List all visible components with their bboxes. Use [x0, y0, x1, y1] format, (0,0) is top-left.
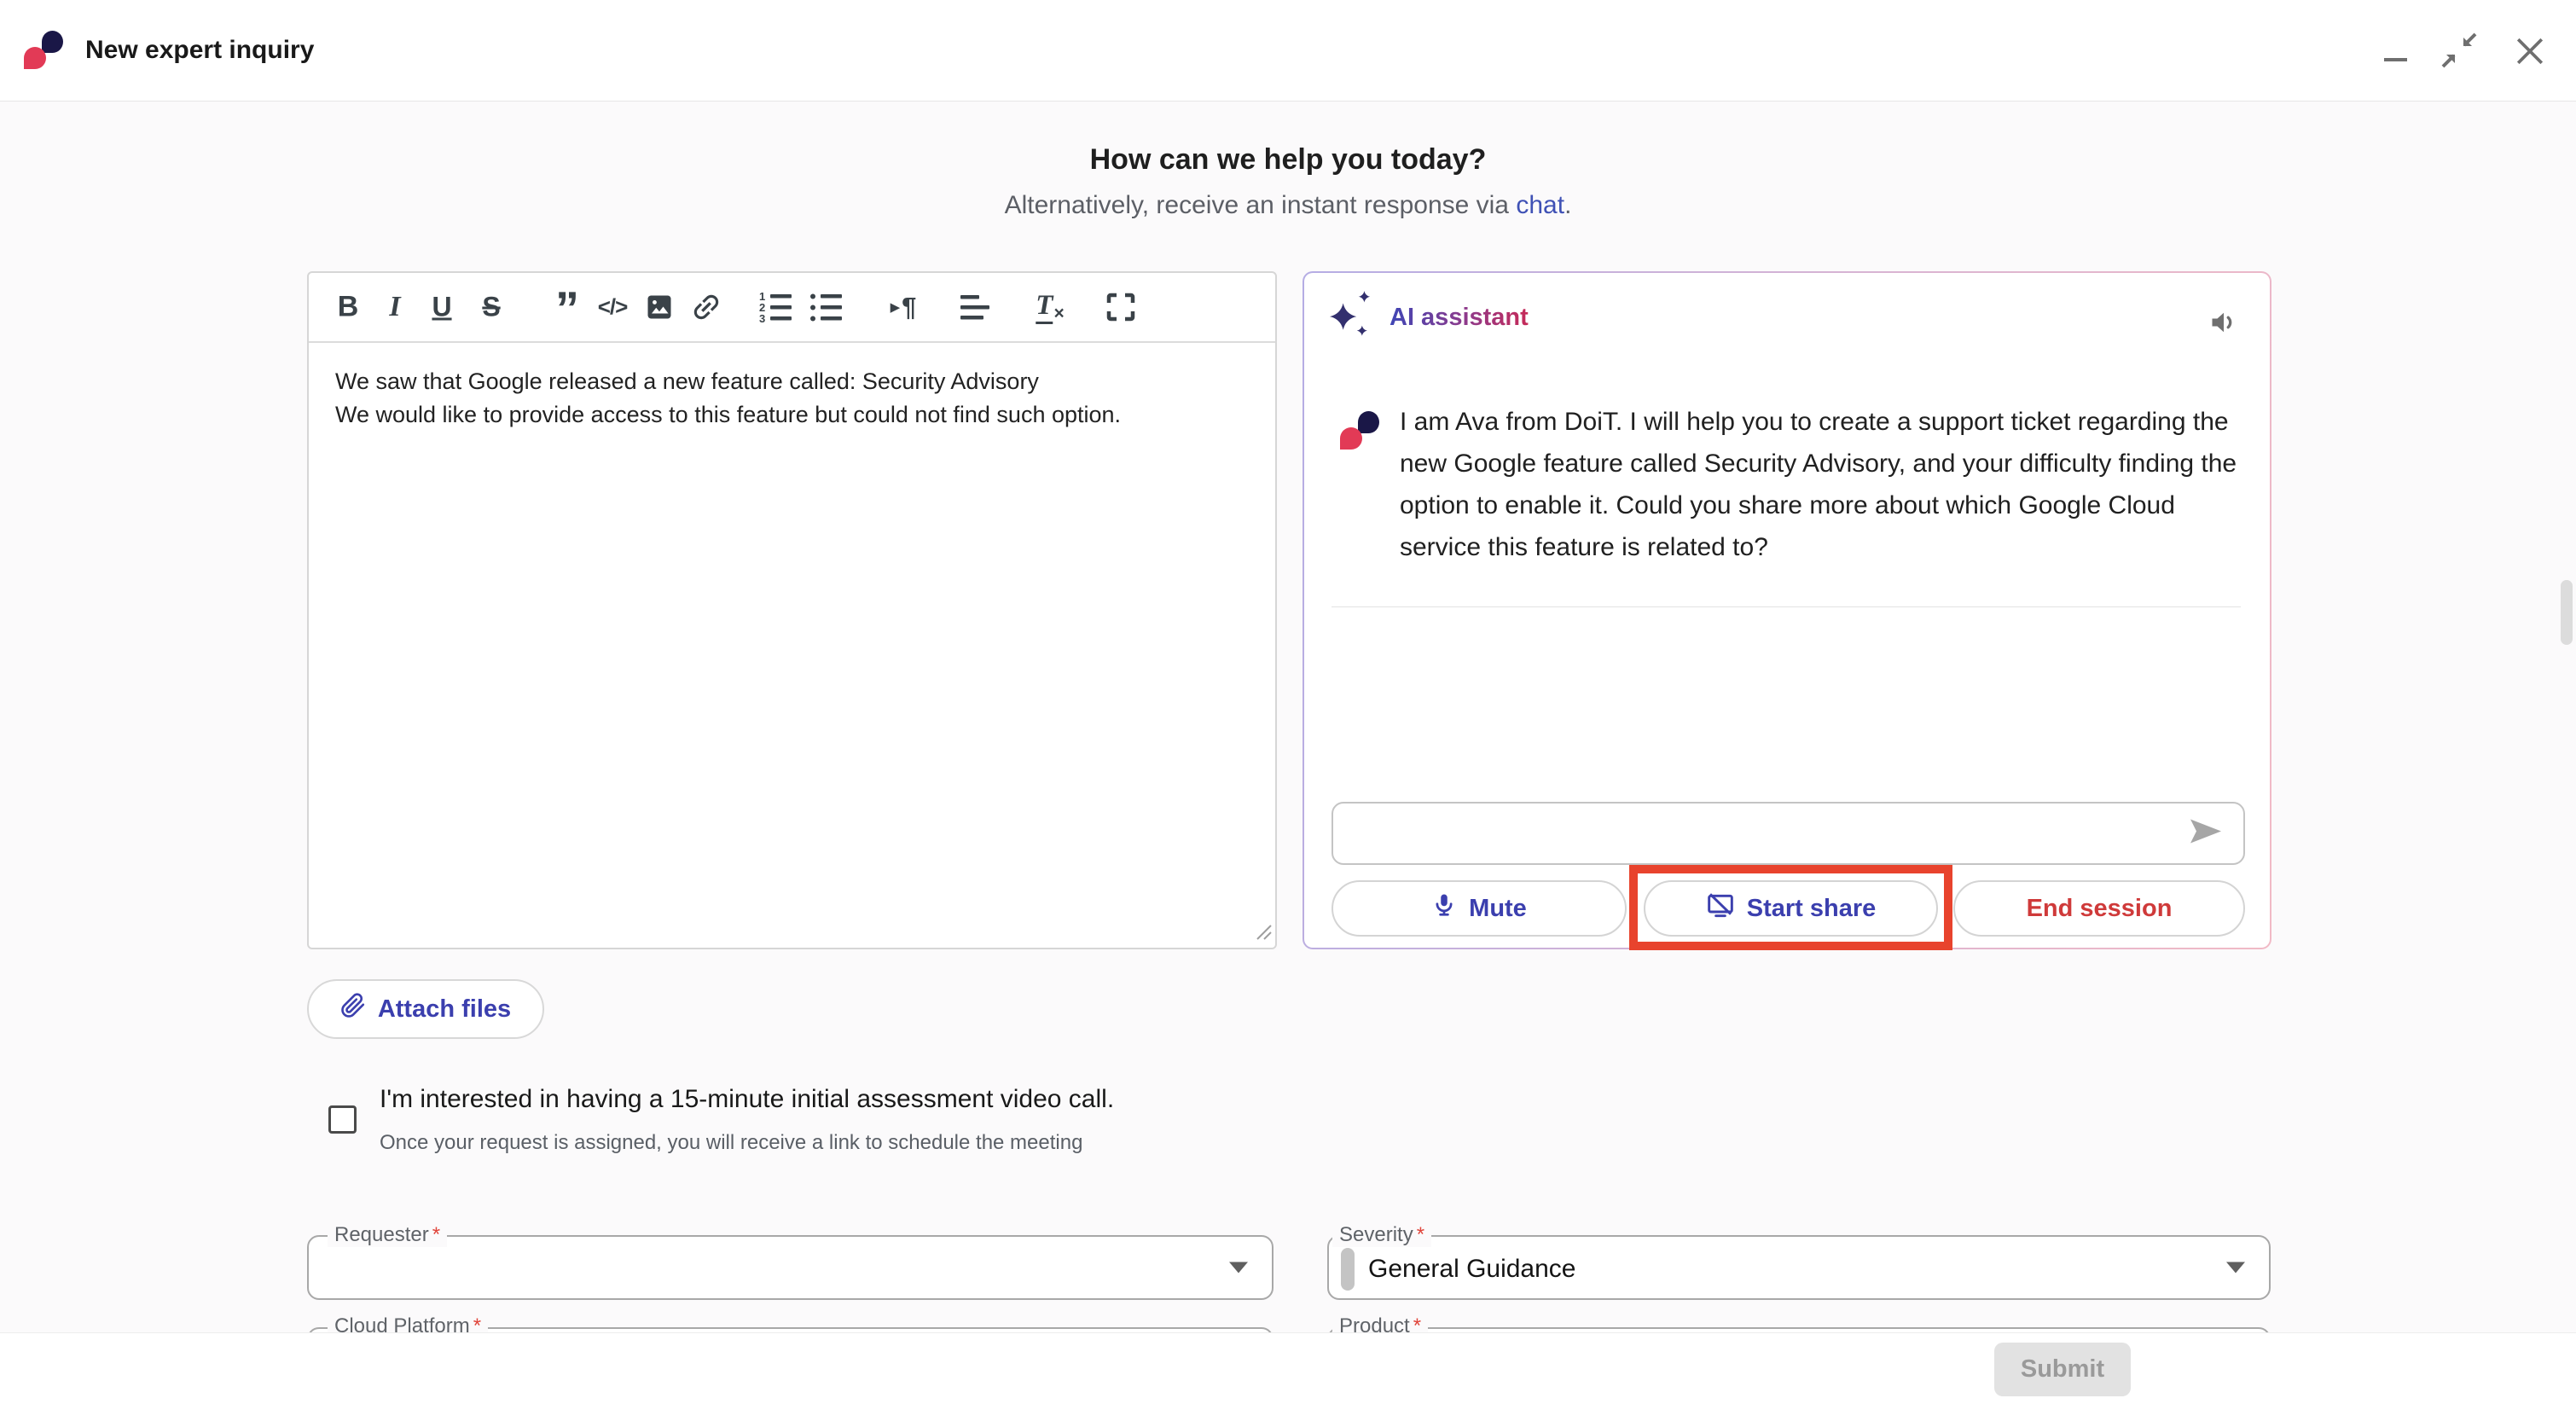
bullet-list-icon[interactable] — [809, 290, 844, 324]
page-title: How can we help you today? — [0, 143, 2576, 177]
required-asterisk: * — [432, 1223, 440, 1246]
strikethrough-icon[interactable]: S — [482, 292, 500, 323]
chat-link[interactable]: chat — [1516, 191, 1564, 219]
insert-image-icon[interactable] — [644, 292, 675, 322]
chevron-down-icon — [1229, 1262, 1248, 1273]
video-call-hint: Once your request is assigned, you will … — [380, 1131, 1082, 1155]
footer-bar: Submit — [0, 1332, 2576, 1404]
svg-text:3: 3 — [759, 312, 765, 324]
start-share-label: Start share — [1747, 895, 1877, 923]
avatar-pink-drop — [1340, 427, 1362, 450]
subtitle-text: Alternatively, receive an instant respon… — [1005, 191, 1517, 219]
start-share-button[interactable]: Start share — [1644, 880, 1938, 937]
ai-assistant-header: AI assistant — [1330, 293, 1529, 341]
inquiry-text-line: We saw that Google released a new featur… — [335, 365, 1239, 398]
code-icon[interactable]: </> — [598, 294, 628, 321]
requester-select[interactable] — [307, 1235, 1273, 1300]
bold-icon[interactable]: B — [338, 291, 359, 324]
inquiry-text-area[interactable]: We saw that Google released a new featur… — [335, 365, 1239, 432]
microphone-icon — [1431, 891, 1457, 925]
page-subtitle: Alternatively, receive an instant respon… — [0, 191, 2576, 220]
inquiry-editor: B I U S ” </> 123 ▶¶ — [307, 271, 1277, 949]
insert-link-icon[interactable] — [689, 290, 723, 324]
end-session-label: End session — [2027, 895, 2173, 923]
underline-icon[interactable]: U — [432, 292, 451, 323]
doit-logo — [24, 31, 63, 69]
ai-chat-input[interactable] — [1332, 802, 2245, 865]
required-asterisk: * — [1417, 1223, 1424, 1246]
clear-formatting-icon[interactable]: T× — [1036, 290, 1064, 324]
window-title: New expert inquiry — [85, 0, 314, 101]
blockquote-icon[interactable]: ” — [555, 305, 579, 313]
video-call-checkbox[interactable] — [328, 1105, 357, 1134]
ai-assistant-title: AI assistant — [1390, 304, 1529, 332]
inquiry-text-line: We would like to provide access to this … — [335, 398, 1239, 432]
end-session-button[interactable]: End session — [1953, 880, 2245, 937]
avatar-navy-drop — [1358, 411, 1379, 433]
close-icon[interactable] — [2515, 36, 2545, 71]
ai-assistant-panel: AI assistant I am Ava from DoiT. I will … — [1303, 271, 2271, 949]
severity-label: Severity* — [1332, 1223, 1431, 1247]
resize-handle[interactable] — [1253, 921, 1272, 944]
scrollbar-thumb[interactable] — [2561, 580, 2573, 645]
screen-share-icon — [1706, 891, 1735, 925]
logo-navy-drop — [42, 31, 63, 53]
fullscreen-icon[interactable] — [1105, 292, 1136, 322]
subtitle-period: . — [1564, 191, 1571, 219]
ai-divider — [1332, 606, 2241, 607]
mute-button[interactable]: Mute — [1332, 880, 1627, 937]
video-call-label: I'm interested in having a 15-minute ini… — [380, 1085, 1114, 1114]
sparkles-icon — [1330, 291, 1376, 345]
title-bar: New expert inquiry — [0, 0, 2576, 102]
attach-files-label: Attach files — [378, 995, 511, 1024]
severity-select[interactable]: General Guidance — [1327, 1235, 2271, 1300]
speaker-icon[interactable] — [2208, 307, 2239, 342]
send-icon[interactable] — [2189, 818, 2223, 850]
paperclip-icon — [340, 992, 366, 1026]
editor-toolbar: B I U S ” </> 123 ▶¶ — [309, 273, 1275, 343]
ai-message: I am Ava from DoiT. I will help you to c… — [1400, 401, 2257, 568]
logo-pink-drop — [24, 47, 46, 69]
attach-files-button[interactable]: Attach files — [307, 979, 544, 1039]
chevron-down-icon — [2226, 1262, 2245, 1273]
minimize-icon[interactable] — [2384, 58, 2407, 61]
expert-inquiry-dialog: New expert inquiry How can we help you t… — [0, 0, 2576, 1404]
severity-level-bar — [1341, 1248, 1355, 1291]
ava-avatar — [1340, 411, 1379, 450]
requester-label: Requester* — [328, 1223, 447, 1247]
align-icon[interactable] — [960, 293, 991, 321]
ordered-list-icon[interactable]: 123 — [759, 290, 793, 324]
text-direction-icon[interactable]: ▶¶ — [891, 292, 917, 322]
submit-button[interactable]: Submit — [1994, 1343, 2131, 1396]
mute-label: Mute — [1469, 895, 1527, 923]
collapse-window-icon[interactable] — [2441, 32, 2477, 73]
italic-icon[interactable]: I — [389, 291, 400, 323]
